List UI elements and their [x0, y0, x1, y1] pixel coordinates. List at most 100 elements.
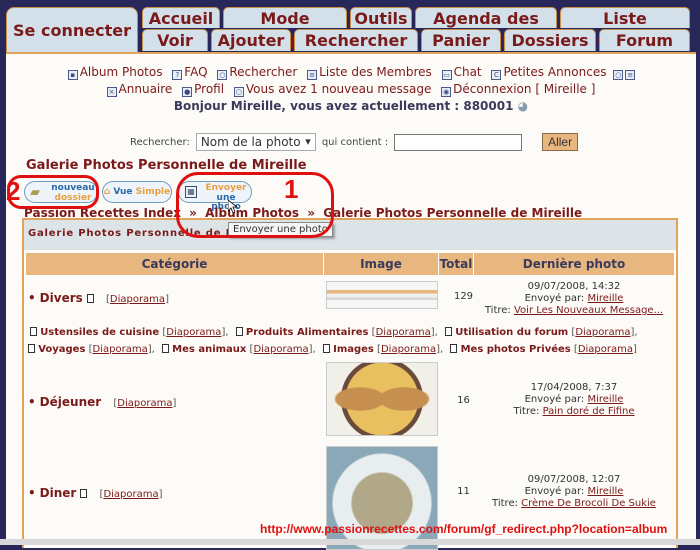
diaporama-link[interactable]: Diaporama: [117, 398, 172, 409]
nav-annuaire[interactable]: × Annuaire: [106, 82, 172, 97]
nav-profil[interactable]: ● Profil: [182, 82, 224, 97]
photo-title-link[interactable]: Voir Les Nouveaux Message...: [514, 305, 663, 316]
directory-icon: ×: [106, 87, 117, 97]
search-bar: Rechercher: Nom de la photo qui contient…: [130, 133, 579, 151]
chat-icon: ▭: [441, 70, 452, 80]
page-title: Galerie Photos Personnelle de Mireille: [26, 158, 307, 173]
panel-title: Galerie Photos Personnelle de Mireille: [24, 220, 676, 250]
photo-title-link[interactable]: Pain doré de Fifine: [543, 406, 635, 417]
document-icon: [161, 344, 169, 353]
search-field-select[interactable]: Nom de la photo: [195, 133, 316, 151]
document-icon: [322, 344, 330, 353]
nav-petites-annonces[interactable]: C Petites Annonces: [491, 65, 606, 80]
document-icon: [235, 327, 243, 336]
diaporama-link[interactable]: Diaporama: [110, 294, 165, 305]
category-dejeuner: • Déjeuner [Diaporama]: [28, 395, 177, 409]
tab-outils[interactable]: Outils: [350, 7, 412, 28]
tab-accueil[interactable]: Accueil: [142, 7, 220, 28]
document-icon: [86, 294, 94, 303]
last-photo-info: 09/07/2008, 12:07 Envoyé par: Mireille T…: [492, 474, 656, 509]
annotation-circle-1: [176, 172, 334, 238]
greeting: Bonjour Mireille, vous avez actuellement…: [173, 99, 529, 113]
profile-icon: ●: [182, 87, 193, 97]
tab-mode-emploi[interactable]: Mode d'emploi: [223, 7, 347, 49]
header-image: Image: [324, 253, 439, 275]
search-label: Rechercher:: [130, 136, 190, 148]
search-icon: ○: [217, 70, 228, 80]
bottom-bar: [0, 539, 700, 545]
annotation-number-2: 2: [6, 176, 21, 206]
nav-liste-membres[interactable]: ≡ Liste des Membres: [307, 65, 432, 80]
ads-icon: C: [491, 70, 502, 80]
subcat-link[interactable]: Mes animaux: [172, 344, 246, 355]
table-header: Catégorie Image Total Dernière photo: [26, 253, 674, 275]
url-caption: http://www.passionrecettes.com/forum/gf_…: [260, 522, 668, 536]
header-category: Catégorie: [26, 253, 324, 275]
diaporama-link[interactable]: Diaporama: [103, 489, 158, 500]
annotation-circle-2: [7, 175, 99, 209]
document-icon: [28, 344, 35, 353]
faq-icon: ?: [172, 70, 183, 80]
tab-dossiers[interactable]: Dossiers: [504, 29, 596, 51]
message-icon: ○: [233, 87, 244, 97]
subcat-link[interactable]: Voyages: [38, 344, 85, 355]
search-input[interactable]: [394, 133, 523, 151]
main-tabs: Se connecter Accueil Mode d'emploi Outil…: [6, 4, 696, 52]
tab-agenda[interactable]: Agenda des repas: [415, 7, 557, 49]
last-photo-info: 09/07/2008, 14:32 Envoyé par: Mireille T…: [484, 281, 664, 316]
category-thumbnail[interactable]: [326, 281, 438, 309]
contains-label: qui contient :: [321, 136, 389, 148]
nav-faq[interactable]: ? FAQ: [172, 65, 208, 80]
go-button[interactable]: Aller: [542, 133, 579, 151]
nav-album-photos[interactable]: ▪ Album Photos: [67, 65, 162, 80]
tab-rechercher[interactable]: Rechercher: [294, 29, 418, 51]
sender-link[interactable]: Mireille: [587, 394, 623, 405]
document-icon: [30, 327, 37, 336]
table-row: • Divers [Diaporama] 129 09/07/2008, 14:3…: [26, 278, 674, 318]
subcat-link[interactable]: Images: [333, 344, 374, 355]
subcat-link[interactable]: Mes photos Privées: [461, 344, 571, 355]
coins-icon: ◕: [517, 99, 529, 113]
subcat-link[interactable]: Ustensiles de cuisine: [40, 327, 159, 338]
header-last-photo: Dernière photo: [522, 257, 626, 271]
subcat-link[interactable]: Utilisation du forum: [455, 327, 568, 338]
album-icon: ▪: [67, 70, 78, 80]
document-icon: [80, 489, 88, 498]
subcat-link[interactable]: Produits Alimentaires: [246, 327, 369, 338]
tab-voir[interactable]: Voir: [142, 29, 208, 51]
table-row: • Déjeuner [Diaporama] 16 17/04/2008, 7:3…: [26, 362, 674, 442]
content-area: ▪ Album Photos ? FAQ ○ Rechercher ≡ Liste de…: [6, 52, 696, 550]
gallery-panel: Galerie Photos Personnelle de Mireille C…: [22, 218, 678, 550]
document-icon: [450, 344, 458, 353]
nav-messages[interactable]: ○ Vous avez 1 nouveau message: [233, 82, 431, 97]
nav-chat[interactable]: ▭ Chat: [441, 65, 482, 80]
category-thumbnail[interactable]: [326, 362, 438, 436]
tab-forum[interactable]: Forum: [599, 29, 690, 51]
list-extra-icon[interactable]: ≡: [625, 70, 636, 80]
nav-deconnexion[interactable]: ◉ Déconnexion [ Mireille ]: [441, 82, 595, 97]
header-total: Total: [439, 253, 474, 275]
category-divers: • Divers [Diaporama]: [28, 291, 169, 305]
home-icon: ⌂: [103, 187, 111, 197]
annotation-number-1: 1: [284, 174, 299, 204]
nav-line-2: × Annuaire ● Profil ○ Vous avez 1 nouveau m…: [6, 81, 696, 98]
logout-icon: ◉: [441, 87, 452, 97]
last-photo-info: 17/04/2008, 7:37 Envoyé par: Mireille Ti…: [513, 382, 635, 417]
tab-liste-epicerie[interactable]: Liste d'épicerie: [560, 7, 690, 49]
tab-panier[interactable]: Panier: [421, 29, 501, 51]
search-extra-icon[interactable]: ○: [613, 70, 624, 80]
list-icon: ≡: [307, 70, 318, 80]
page-frame: Se connecter Accueil Mode d'emploi Outil…: [6, 4, 696, 550]
user-nav: ▪ Album Photos ? FAQ ○ Rechercher ≡ Liste de…: [6, 64, 696, 115]
nav-line-1: ▪ Album Photos ? FAQ ○ Rechercher ≡ Liste de…: [6, 64, 696, 81]
photo-title-link[interactable]: Crème De Brocoli De Sukie: [521, 498, 656, 509]
tab-ajouter[interactable]: Ajouter: [211, 29, 291, 51]
nav-rechercher[interactable]: ○ Rechercher: [217, 65, 297, 80]
sender-link[interactable]: Mireille: [587, 486, 623, 497]
subcategory-list: Ustensiles de cuisine [Diaporama], Produ…: [28, 324, 648, 358]
tab-login[interactable]: Se connecter: [6, 7, 138, 52]
document-icon: [445, 327, 453, 336]
simple-view-button[interactable]: ⌂ Vue Simple: [102, 181, 172, 203]
sender-link[interactable]: Mireille: [587, 293, 623, 304]
category-diner: • Diner [Diaporama]: [28, 486, 163, 500]
